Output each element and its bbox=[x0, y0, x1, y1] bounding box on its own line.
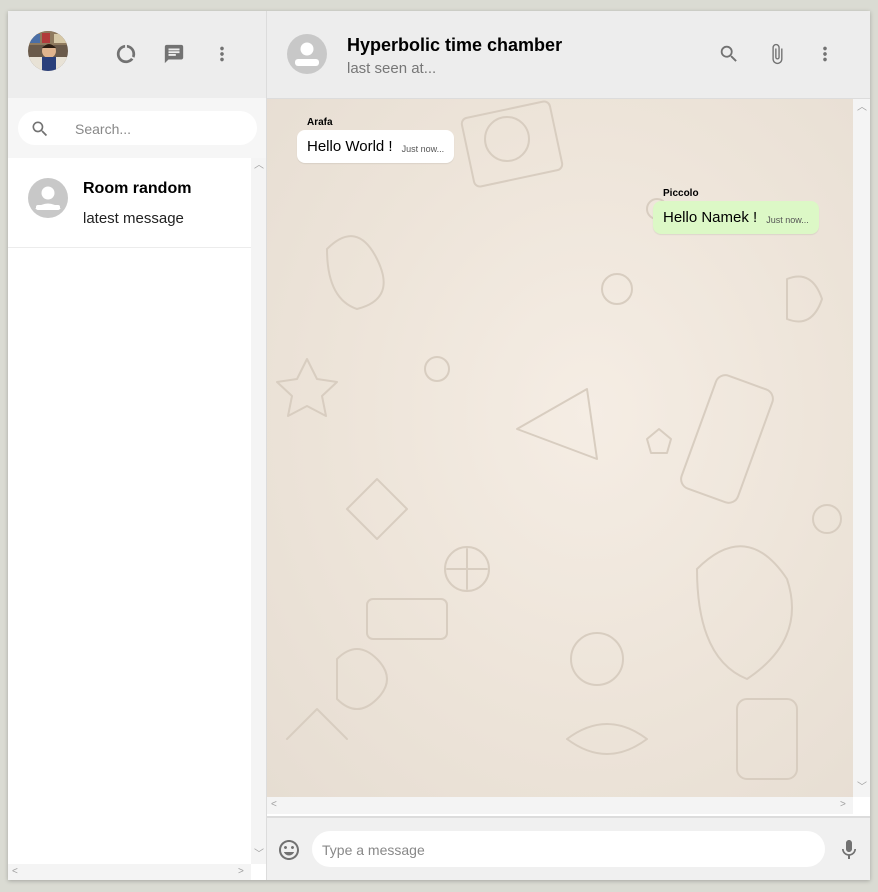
search-icon bbox=[32, 121, 48, 137]
scroll-down-arrow-icon[interactable]: ﹀ bbox=[254, 850, 264, 860]
scroll-left-arrow-icon[interactable]: < bbox=[12, 867, 18, 877]
status-button[interactable] bbox=[112, 40, 140, 68]
person-icon bbox=[295, 42, 319, 66]
message-sender: Arafa bbox=[307, 117, 333, 128]
sidebar: Room random latest message ︿ ﹀ < > bbox=[8, 11, 267, 880]
search-box bbox=[18, 111, 257, 145]
message-time: Just now... bbox=[401, 144, 445, 154]
message-area-vertical-scrollbar[interactable]: ︿ ﹀ bbox=[853, 99, 870, 797]
message-incoming: Arafa Hello World ! Just now... bbox=[297, 117, 455, 163]
sidebar-menu-button[interactable] bbox=[208, 40, 236, 68]
search-messages-button[interactable] bbox=[715, 40, 743, 68]
search-icon bbox=[720, 45, 737, 62]
message-time: Just now... bbox=[766, 215, 809, 225]
chat-last-message: latest message bbox=[83, 210, 184, 227]
message-bubble[interactable]: Hello Namek ! Just now... bbox=[653, 201, 819, 234]
message-area[interactable]: Arafa Hello World ! Just now... Piccolo … bbox=[267, 99, 853, 797]
emoji-icon bbox=[279, 840, 299, 860]
scroll-right-arrow-icon[interactable]: > bbox=[238, 867, 244, 877]
more-vert-icon bbox=[823, 46, 827, 62]
chat-icon bbox=[164, 44, 184, 64]
new-chat-button[interactable] bbox=[160, 40, 188, 68]
sidebar-header bbox=[8, 11, 266, 99]
more-vert-icon bbox=[220, 46, 224, 62]
chat-menu-button[interactable] bbox=[811, 40, 839, 68]
scroll-right-arrow-icon[interactable]: > bbox=[840, 800, 846, 810]
chat-list: Room random latest message bbox=[8, 158, 251, 864]
room-avatar bbox=[28, 178, 68, 218]
room-title: Hyperbolic time chamber bbox=[347, 35, 563, 55]
scroll-up-arrow-icon[interactable]: ︿ bbox=[254, 161, 264, 171]
message-composer bbox=[267, 816, 870, 880]
scroll-left-arrow-icon[interactable]: < bbox=[271, 800, 277, 810]
room-header-avatar[interactable] bbox=[287, 34, 327, 74]
scroll-up-arrow-icon[interactable]: ︿ bbox=[857, 103, 867, 113]
chat-list-vertical-scrollbar[interactable]: ︿ ﹀ bbox=[251, 158, 266, 864]
attach-button[interactable] bbox=[763, 40, 791, 68]
person-icon bbox=[35, 186, 61, 210]
room-last-seen: last seen at... bbox=[347, 60, 437, 77]
message-text: Hello World ! bbox=[307, 138, 393, 155]
message-input[interactable] bbox=[320, 837, 814, 863]
message-text: Hello Namek ! bbox=[663, 209, 758, 226]
search-bar bbox=[8, 98, 266, 158]
message-sender: Piccolo bbox=[663, 188, 699, 199]
mic-button[interactable] bbox=[837, 838, 861, 867]
message-input-box bbox=[312, 831, 825, 867]
status-icon bbox=[116, 44, 136, 64]
message-bubble[interactable]: Hello World ! Just now... bbox=[297, 130, 455, 163]
attach-icon bbox=[772, 43, 783, 65]
mic-icon bbox=[842, 840, 856, 859]
message-area-horizontal-scrollbar[interactable]: < > bbox=[267, 797, 853, 814]
message-outgoing: Piccolo Hello Namek ! Just now... bbox=[653, 188, 819, 234]
chat-list-item[interactable]: Room random latest message bbox=[8, 158, 251, 248]
scroll-down-arrow-icon[interactable]: ﹀ bbox=[857, 783, 867, 793]
emoji-button[interactable] bbox=[277, 838, 301, 867]
chat-title: Room random bbox=[83, 180, 192, 197]
chat-app: Room random latest message ︿ ﹀ < > Hyper… bbox=[8, 11, 870, 880]
search-input[interactable] bbox=[73, 116, 252, 142]
chat-list-horizontal-scrollbar[interactable]: < > bbox=[8, 864, 251, 880]
chat-window: Hyperbolic time chamber last seen at... bbox=[267, 11, 870, 880]
chat-header: Hyperbolic time chamber last seen at... bbox=[267, 11, 870, 99]
user-avatar[interactable] bbox=[28, 31, 68, 71]
